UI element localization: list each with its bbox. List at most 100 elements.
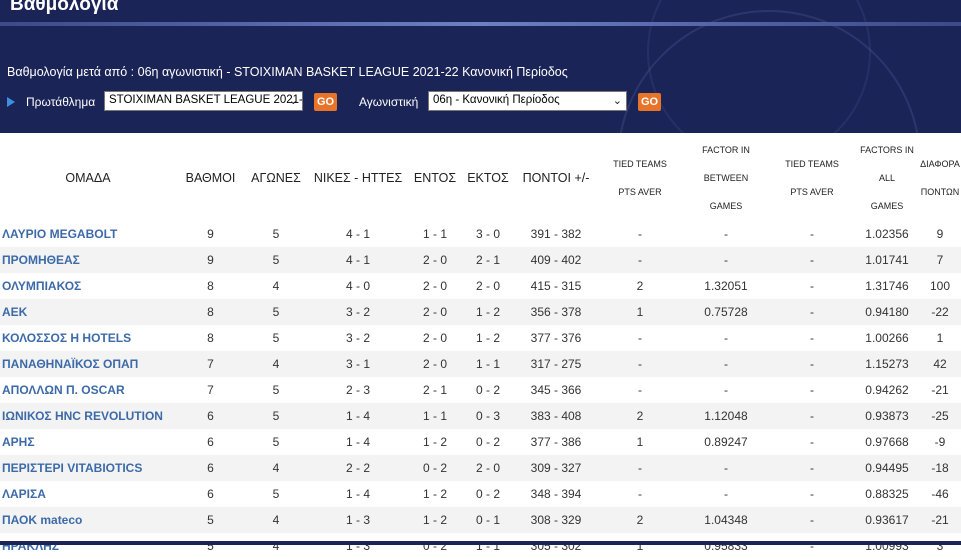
team-name-link[interactable]: ΑΕΚ <box>0 299 176 325</box>
tied-pts-aver-2-cell: - <box>769 507 855 533</box>
points-cell: 6 <box>176 403 245 429</box>
round-select-value: 06η - Κανονική Περίοδος <box>433 94 560 106</box>
wins-losses-cell: 1 - 4 <box>307 403 409 429</box>
team-name-link[interactable]: ΛΑΥΡΙΟ MEGABOLT <box>0 221 176 247</box>
col-header-home[interactable]: ΕΝΤΟΣ <box>409 135 461 221</box>
col-header-away[interactable]: ΕΚΤΟΣ <box>461 135 515 221</box>
team-name-link[interactable]: ΟΛΥΜΠΙΑΚΟΣ <box>0 273 176 299</box>
points-cell: 7 <box>176 351 245 377</box>
col-header-wins-losses[interactable]: ΝΙΚΕΣ - ΗΤΤΕΣ <box>307 135 409 221</box>
table-row: ΛΑΥΡΙΟ MEGABOLT 9 5 4 - 1 1 - 1 3 - 0 391 - 38… <box>0 221 961 247</box>
points-cell: 8 <box>176 299 245 325</box>
games-cell: 5 <box>272 331 280 345</box>
championship-select[interactable]: STOIXIMAN BASKET LEAGUE 2021- ⌄ <box>104 91 303 111</box>
games-cell: 5 <box>245 403 307 429</box>
factor-between-cell: 0.89247 <box>704 435 748 449</box>
col-header-score[interactable]: ΠΟΝΤΟΙ +/- <box>515 135 597 221</box>
score-cell: 409 - 402 <box>515 247 597 273</box>
factor-between-cell: 1.32051 <box>704 279 748 293</box>
factor-all-cell: 1.00993 <box>865 539 909 553</box>
chevron-down-icon: ⌄ <box>612 95 622 107</box>
standings-subtitle: Βαθμολογία μετά από : 06η αγωνιστική - S… <box>7 65 568 79</box>
team-name-link[interactable]: ΙΩΝΙΚΟΣ HNC REVOLUTION <box>0 403 176 429</box>
diff-cell: -9 <box>934 435 946 449</box>
tied-pts-aver-cell: 2 <box>597 403 683 429</box>
table-row: ΠΕΡΙΣΤΕΡΙ VITABIOTICS 6 4 2 - 20 - 22 - 0 30… <box>0 455 961 481</box>
header-line: ΔΙΑΦΟΡΑ <box>920 159 960 169</box>
team-name-link[interactable]: ΠΑΟΚ mateco <box>0 507 176 533</box>
table-row: ΠΑΟΚ mateco 5 4 1 - 31 - 20 - 1 308 - 329 2 1.… <box>0 507 961 533</box>
away-cell: 1 - 2 <box>461 299 515 325</box>
games-cell: 4 <box>272 279 280 293</box>
chevron-down-icon: ⌄ <box>288 95 298 107</box>
away-cell: 0 - 1 <box>461 507 515 533</box>
diff-cell: -25 <box>919 403 961 429</box>
col-header-games[interactable]: ΑΓΩΝΕΣ <box>245 135 307 221</box>
team-name-link[interactable]: ΠΑΝΑΘΗΝΑΪΚΟΣ ΟΠΑΠ <box>0 351 176 377</box>
tied-pts-aver-cell: - <box>638 227 642 241</box>
points-cell: 5 <box>176 507 245 533</box>
games-cell: 5 <box>272 435 280 449</box>
table-row: ΗΡΑΚΛΗΣ 5 4 1 - 3 0 - 2 1 - 1 305 - 302 1 0.9583… <box>0 533 961 559</box>
team-name-link[interactable]: ΠΡΟΜΗΘΕΑΣ <box>0 247 176 273</box>
table-row: ΠΡΟΜΗΘΕΑΣ 9 5 4 - 12 - 02 - 1 409 - 402- - -1.… <box>0 247 961 273</box>
score-cell: 345 - 366 <box>530 383 582 397</box>
home-cell: 1 - 2 <box>422 435 447 449</box>
diff-cell: -22 <box>919 299 961 325</box>
wins-losses-cell: 1 - 4 <box>345 487 370 501</box>
games-cell: 5 <box>272 227 280 241</box>
col-header-factor-between: FACTOR IN BETWEEN GAMES <box>683 135 769 221</box>
round-go-button[interactable]: GO <box>638 93 661 111</box>
diff-cell: -21 <box>919 507 961 533</box>
points-cell: 8 <box>207 279 214 293</box>
team-name-link[interactable]: ΚΟΛΟΣΣΟΣ H HOTELS <box>0 325 176 351</box>
factor-all-cell: 1.31746 <box>865 279 909 293</box>
tied-pts-aver-cell: 2 <box>636 279 644 293</box>
games-cell: 4 <box>245 351 307 377</box>
team-name-link[interactable]: ΠΕΡΙΣΤΕΡΙ VITABIOTICS <box>0 455 176 481</box>
team-name-link[interactable]: ΑΠΟΛΛΩΝ Π. OSCAR <box>0 377 176 403</box>
wins-losses-cell: 2 - 2 <box>307 455 409 481</box>
wins-losses-cell: 4 - 0 <box>345 279 370 293</box>
round-select[interactable]: 06η - Κανονική Περίοδος ⌄ <box>428 91 627 111</box>
home-cell: 2 - 1 <box>422 383 447 397</box>
team-name-link[interactable]: ΛΑΡΙΣΑ <box>0 481 176 507</box>
header-line: FACTOR IN BETWEEN <box>702 145 750 183</box>
tied-pts-aver-2-cell: - <box>810 383 814 397</box>
team-name-link[interactable]: ΑΡΗΣ <box>0 429 176 455</box>
header-divider <box>0 22 961 26</box>
wins-losses-cell: 4 - 1 <box>307 247 409 273</box>
table-row: ΛΑΡΙΣΑ 6 5 1 - 4 1 - 2 0 - 2 348 - 394 - - - 0.883… <box>0 481 961 507</box>
bottom-divider <box>0 541 961 545</box>
col-header-points[interactable]: ΒΑΘΜΟΙ <box>176 135 245 221</box>
team-name-link[interactable]: ΗΡΑΚΛΗΣ <box>0 533 176 559</box>
factor-between-cell: 0.95833 <box>704 539 748 553</box>
home-cell: 2 - 0 <box>409 351 461 377</box>
col-header-diff: ΔΙΑΦΟΡΑ ΠΟΝΤΩΝ <box>919 135 961 221</box>
home-cell: 1 - 1 <box>422 227 447 241</box>
games-cell: 5 <box>272 487 280 501</box>
diff-cell: 9 <box>936 227 944 241</box>
home-cell: 2 - 0 <box>422 279 447 293</box>
col-header-team[interactable]: ΟΜΑΔΑ <box>0 135 176 221</box>
tied-pts-aver-2-cell: - <box>769 299 855 325</box>
points-cell: 9 <box>176 247 245 273</box>
games-cell: 5 <box>245 299 307 325</box>
table-row: ΑΡΗΣ 6 5 1 - 4 1 - 2 0 - 2 377 - 386 1 0.89247 - 0… <box>0 429 961 455</box>
points-cell: 9 <box>207 227 214 241</box>
points-cell: 8 <box>207 331 214 345</box>
tied-pts-aver-cell: - <box>597 455 683 481</box>
tied-pts-aver-cell: - <box>597 351 683 377</box>
table-header-row: ΟΜΑΔΑ ΒΑΘΜΟΙ ΑΓΩΝΕΣ ΝΙΚΕΣ - ΗΤΤΕΣ ΕΝΤΟΣ … <box>0 135 961 221</box>
wins-losses-cell: 1 - 3 <box>307 507 409 533</box>
wins-losses-cell: 2 - 3 <box>345 383 370 397</box>
diff-cell: -46 <box>931 487 949 501</box>
championship-go-button[interactable]: GO <box>314 93 337 111</box>
round-label: Αγωνιστική <box>359 95 419 109</box>
header-line: GAMES <box>709 201 743 211</box>
points-cell: 7 <box>207 383 214 397</box>
diff-cell: -18 <box>919 455 961 481</box>
home-cell: 0 - 2 <box>422 539 447 553</box>
wins-losses-cell: 1 - 3 <box>345 539 370 553</box>
diff-cell: 3 <box>936 539 944 553</box>
